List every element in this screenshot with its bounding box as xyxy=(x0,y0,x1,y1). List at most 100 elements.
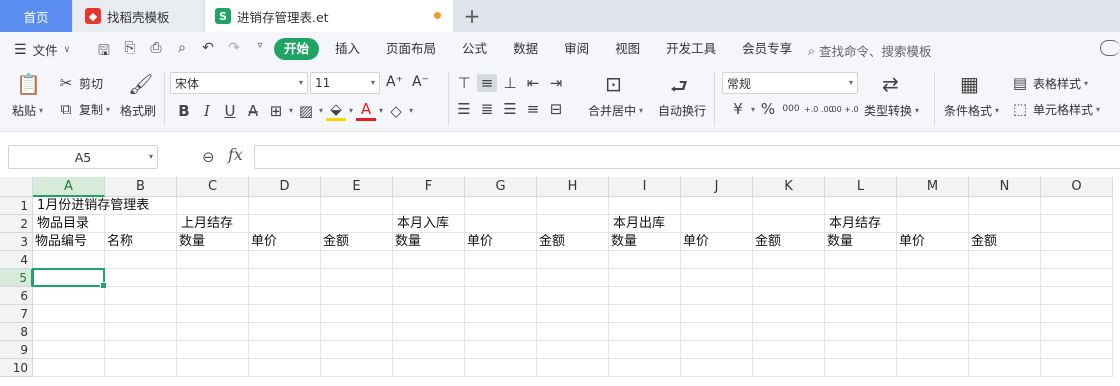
tab-document[interactable]: S 进销存管理表.et xyxy=(205,0,453,32)
cell[interactable] xyxy=(609,251,681,269)
cell[interactable] xyxy=(105,305,177,323)
cell[interactable] xyxy=(753,215,825,233)
cell[interactable] xyxy=(825,305,897,323)
italic-button[interactable]: I xyxy=(197,102,217,120)
cell[interactable] xyxy=(1041,341,1113,359)
cell[interactable] xyxy=(393,287,465,305)
cell[interactable] xyxy=(681,323,753,341)
cell[interactable] xyxy=(753,251,825,269)
cell-text[interactable]: 本月结存 xyxy=(826,215,882,232)
cell[interactable] xyxy=(537,305,609,323)
cell[interactable] xyxy=(969,251,1041,269)
cell[interactable] xyxy=(897,341,969,359)
cell[interactable] xyxy=(897,323,969,341)
cell[interactable] xyxy=(609,269,681,287)
cell[interactable] xyxy=(105,323,177,341)
cell[interactable] xyxy=(465,323,537,341)
align-middle-icon[interactable]: ≡ xyxy=(477,74,497,92)
ribbon-tab-2[interactable]: 页面布局 xyxy=(376,38,446,60)
column-header[interactable]: B xyxy=(105,177,177,197)
paste-button[interactable]: 粘贴 ▾ xyxy=(12,102,43,119)
cell[interactable] xyxy=(969,323,1041,341)
currency-icon[interactable]: ¥ xyxy=(728,100,748,118)
cell[interactable]: 数量 xyxy=(177,233,249,251)
cell-text[interactable]: 1月份进销存管理表 xyxy=(34,197,150,214)
cell[interactable] xyxy=(105,269,177,287)
cell[interactable]: 数量 xyxy=(609,233,681,251)
cell[interactable] xyxy=(897,251,969,269)
thousands-icon[interactable]: 000 xyxy=(781,104,801,114)
decrease-indent-icon[interactable]: ⇤ xyxy=(523,74,543,92)
column-header[interactable]: E xyxy=(321,177,393,197)
clear-format-icon[interactable]: ◇ xyxy=(386,102,406,120)
cell[interactable] xyxy=(1041,305,1113,323)
cell[interactable] xyxy=(897,269,969,287)
cell[interactable] xyxy=(969,341,1041,359)
font-color-icon[interactable]: A xyxy=(356,100,377,121)
column-header[interactable]: D xyxy=(249,177,321,197)
align-center-icon[interactable]: ≣ xyxy=(477,100,497,118)
increase-decimal-icon[interactable]: +.0 .00 xyxy=(804,105,834,114)
cell[interactable] xyxy=(1041,251,1113,269)
cell[interactable] xyxy=(393,197,465,215)
cell[interactable] xyxy=(321,251,393,269)
cell[interactable] xyxy=(681,305,753,323)
font-size-increase-button[interactable]: A⁺ xyxy=(386,74,403,90)
cell[interactable] xyxy=(321,323,393,341)
cell[interactable] xyxy=(393,323,465,341)
border-icon[interactable]: ⊞ xyxy=(266,102,286,120)
merge-icon[interactable]: ⊡ xyxy=(605,72,622,96)
column-header[interactable]: C xyxy=(177,177,249,197)
cell[interactable] xyxy=(465,197,537,215)
cell[interactable] xyxy=(393,251,465,269)
cell[interactable] xyxy=(825,251,897,269)
cell[interactable] xyxy=(321,215,393,233)
cell[interactable] xyxy=(1041,323,1113,341)
align-bottom-icon[interactable]: ⊥ xyxy=(500,74,520,92)
font-name-select[interactable]: 宋体 ▾ xyxy=(170,72,308,94)
ribbon-tab-8[interactable]: 会员专享 xyxy=(732,38,802,60)
cell[interactable] xyxy=(897,359,969,377)
conditional-format-button[interactable]: 条件格式 ▾ xyxy=(944,102,999,119)
cell[interactable] xyxy=(105,251,177,269)
bold-button[interactable]: B xyxy=(174,102,194,120)
cell[interactable] xyxy=(897,305,969,323)
cell[interactable] xyxy=(969,269,1041,287)
cell[interactable] xyxy=(681,251,753,269)
row-header[interactable]: 3 xyxy=(0,233,33,251)
ribbon-tab-3[interactable]: 公式 xyxy=(452,38,497,60)
format-painter-button[interactable]: 格式刷 xyxy=(120,102,156,119)
cell[interactable] xyxy=(33,323,105,341)
tab-daoke-templates[interactable]: ◆ 找稻壳模板 xyxy=(73,0,203,32)
cell[interactable] xyxy=(537,215,609,233)
strikethrough-icon[interactable]: A̶ xyxy=(243,102,263,120)
cell[interactable]: 金额 xyxy=(753,233,825,251)
cell[interactable] xyxy=(465,287,537,305)
export-icon[interactable]: ⎘ xyxy=(120,40,140,64)
cell[interactable] xyxy=(177,287,249,305)
cell[interactable] xyxy=(177,251,249,269)
row-header[interactable]: 10 xyxy=(0,359,33,377)
cell[interactable] xyxy=(33,251,105,269)
more-icon[interactable]: ▿ xyxy=(250,40,270,64)
row-header[interactable]: 7 xyxy=(0,305,33,323)
cell[interactable] xyxy=(609,359,681,377)
cell[interactable] xyxy=(897,197,969,215)
column-header[interactable]: H xyxy=(537,177,609,197)
cell[interactable] xyxy=(249,359,321,377)
fill-color-icon[interactable]: ⬙ xyxy=(326,100,347,121)
row-header[interactable]: 6 xyxy=(0,287,33,305)
cell[interactable] xyxy=(753,305,825,323)
cell[interactable] xyxy=(753,269,825,287)
align-left-icon[interactable]: ☰ xyxy=(454,100,474,118)
type-convert-icon[interactable]: ⇄ xyxy=(882,72,899,96)
column-header[interactable]: L xyxy=(825,177,897,197)
file-menu-button[interactable]: ☰ 文件 ∨ xyxy=(14,40,70,59)
type-convert-button[interactable]: 类型转换 ▾ xyxy=(864,102,919,119)
row-header[interactable]: 4 xyxy=(0,251,33,269)
tab-home[interactable]: 首页 xyxy=(0,0,72,32)
cell[interactable] xyxy=(897,287,969,305)
cell[interactable] xyxy=(177,323,249,341)
cell[interactable] xyxy=(609,341,681,359)
cloud-icon[interactable] xyxy=(1100,40,1120,56)
